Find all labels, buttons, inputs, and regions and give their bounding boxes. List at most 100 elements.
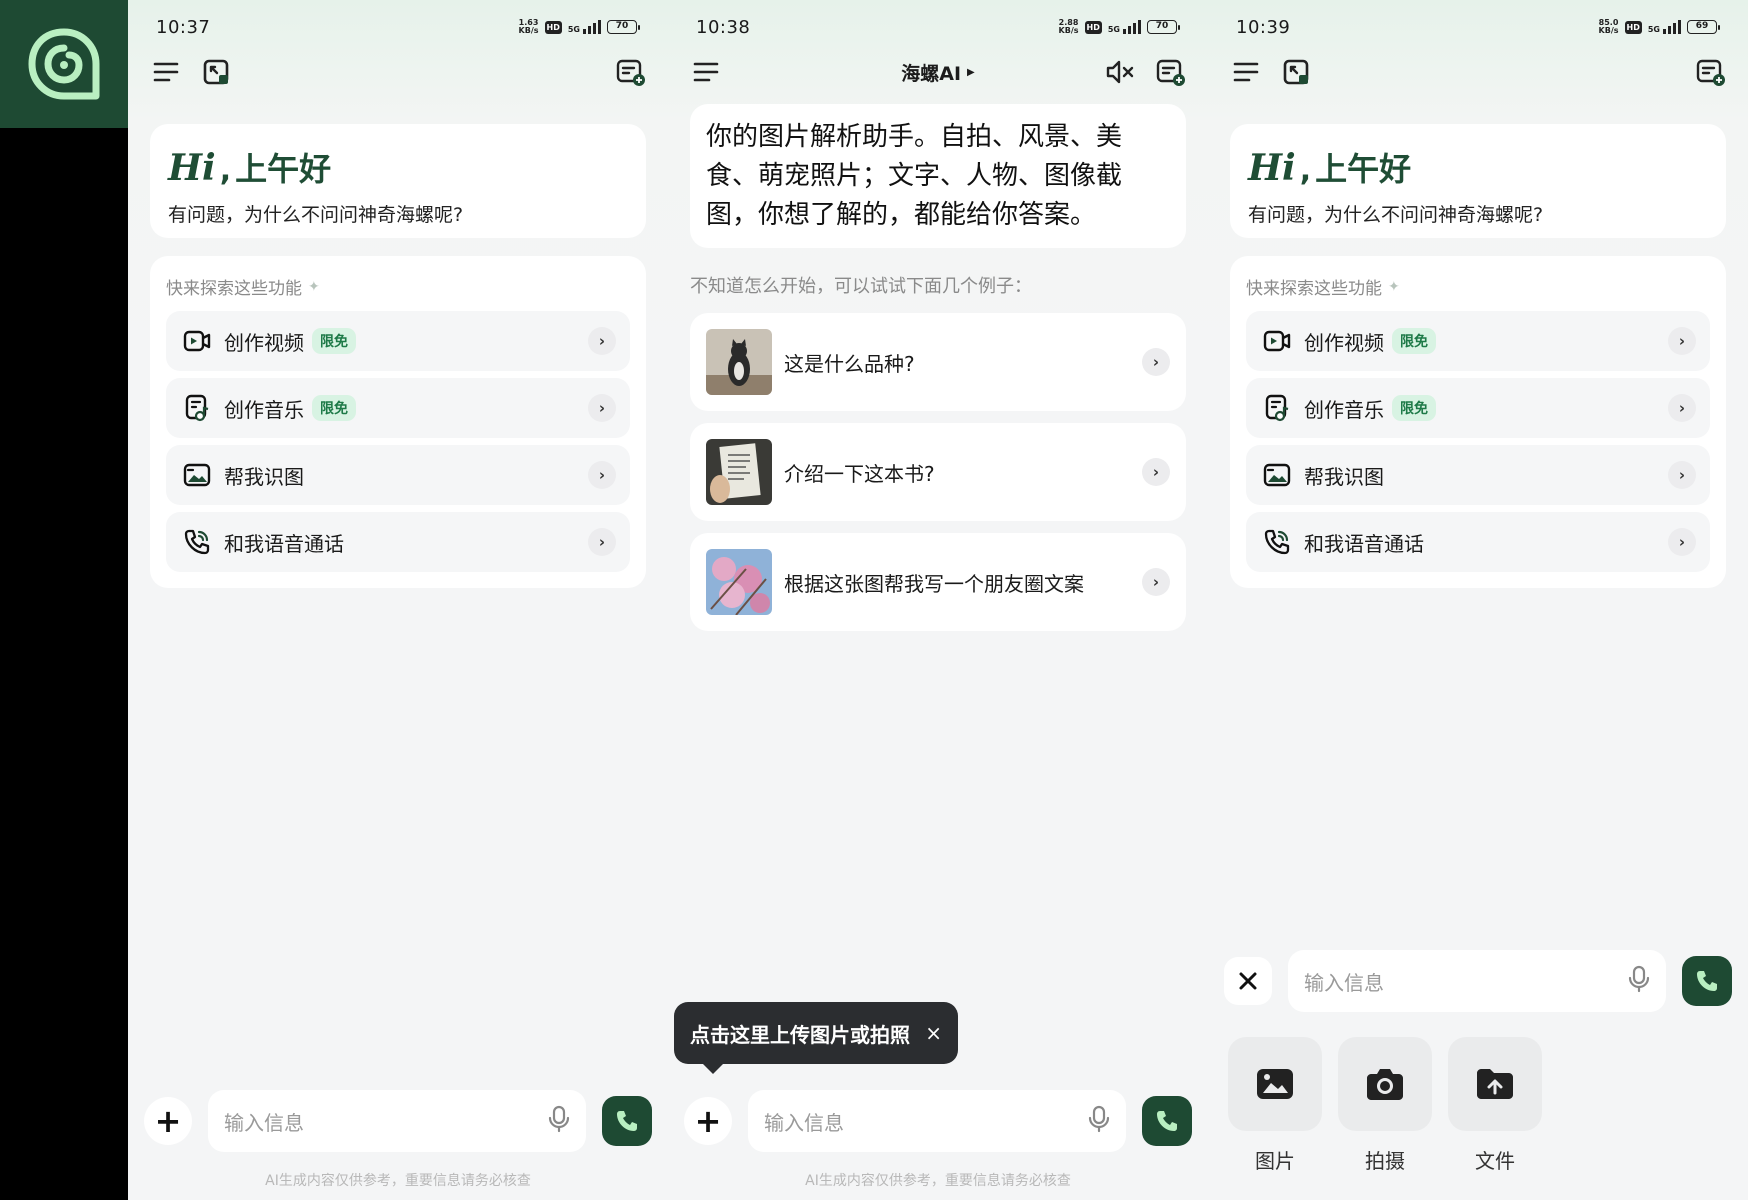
call-button[interactable] xyxy=(1142,1096,1192,1146)
status-time: 10:38 xyxy=(696,16,751,38)
feature-recognize-image[interactable]: 帮我识图 › xyxy=(166,445,630,505)
greeting-title: Hi, 上午好 xyxy=(1248,147,1412,189)
greeting-card: Hi, 上午好 有问题，为什么不问问神奇海螺呢? xyxy=(150,124,646,238)
book-photo xyxy=(706,439,772,505)
explore-card: 快来探索这些功能 ✦ 创作视频 限免 › 创作音乐 限免 › 帮我识图 › 和我语… xyxy=(1230,256,1726,588)
app-logo xyxy=(0,0,128,128)
screen-image-assistant: 10:38 2.88 KB/s HD 5G 70 海螺AI ▶ 你的图片解析助手。自… xyxy=(668,0,1208,1200)
chevron-right-icon: › xyxy=(1142,458,1170,486)
message-input[interactable]: 输入信息 xyxy=(1288,950,1666,1012)
explore-title: 快来探索这些功能 ✦ xyxy=(166,278,320,300)
call-button[interactable] xyxy=(1682,956,1732,1006)
chevron-right-icon: › xyxy=(1668,528,1696,556)
feature-create-music[interactable]: 创作音乐 限免 › xyxy=(166,378,630,438)
top-bar xyxy=(128,52,668,92)
message-input[interactable]: 输入信息 xyxy=(208,1090,586,1152)
hd-badge: HD xyxy=(1084,20,1102,34)
chevron-right-icon: › xyxy=(1668,394,1696,422)
mute-icon[interactable] xyxy=(1100,52,1140,92)
attach-file[interactable]: 文件 xyxy=(1448,1037,1542,1174)
menu-icon[interactable] xyxy=(1226,52,1266,92)
phone-icon xyxy=(1157,1111,1177,1131)
explore-title: 快来探索这些功能 ✦ xyxy=(1246,278,1400,300)
net-speed: 2.88 KB/s xyxy=(1058,18,1079,35)
message-input[interactable]: 输入信息 xyxy=(748,1090,1126,1152)
play-triangle-icon: ▶ xyxy=(967,66,975,78)
new-chat-icon[interactable] xyxy=(1150,52,1190,92)
close-button[interactable] xyxy=(1224,957,1272,1005)
image-icon xyxy=(182,460,212,490)
signal-icon: 5G xyxy=(1648,20,1681,34)
screenshot-icon[interactable] xyxy=(196,52,236,92)
close-icon xyxy=(1239,972,1257,990)
feature-create-video[interactable]: 创作视频 限免 › xyxy=(166,311,630,371)
examples-hint: 不知道怎么开始，可以试试下面几个例子： xyxy=(690,276,1032,297)
free-badge: 限免 xyxy=(1392,328,1436,354)
blossom-photo xyxy=(706,549,772,615)
feature-create-video[interactable]: 创作视频 限免 › xyxy=(1246,311,1710,371)
call-button[interactable] xyxy=(602,1096,652,1146)
status-time: 10:39 xyxy=(1236,16,1291,38)
screenshot-icon[interactable] xyxy=(1276,52,1316,92)
chevron-right-icon: › xyxy=(588,327,616,355)
chevron-right-icon: › xyxy=(588,394,616,422)
video-icon xyxy=(1262,326,1292,356)
attachment-options: 图片 拍摄 文件 xyxy=(1228,1037,1542,1174)
free-badge: 限免 xyxy=(312,328,356,354)
phone-call-icon xyxy=(182,527,212,557)
screen-home: 10:37 1.63 KB/s HD 5G 70 Hi, 上午好 有问题，为什么不问… xyxy=(128,0,668,1200)
microphone-icon[interactable] xyxy=(548,1105,570,1137)
free-badge: 限免 xyxy=(312,395,356,421)
menu-icon[interactable] xyxy=(146,52,186,92)
attach-camera[interactable]: 拍摄 xyxy=(1338,1037,1432,1174)
chevron-right-icon: › xyxy=(588,461,616,489)
microphone-icon[interactable] xyxy=(1088,1105,1110,1137)
video-icon xyxy=(182,326,212,356)
close-icon[interactable]: × xyxy=(925,1021,942,1045)
music-note-icon xyxy=(1262,393,1292,423)
chevron-right-icon: › xyxy=(1668,327,1696,355)
music-note-icon xyxy=(182,393,212,423)
explore-card: 快来探索这些功能 ✦ 创作视频 限免 › 创作音乐 限免 › 帮我识图 › 和我语… xyxy=(150,256,646,588)
cat-photo xyxy=(706,329,772,395)
greeting-subtitle: 有问题，为什么不问问神奇海螺呢? xyxy=(1248,204,1544,226)
sparkle-icon: ✦ xyxy=(308,278,320,295)
net-speed: 85.0 KB/s xyxy=(1598,18,1619,35)
chevron-right-icon: › xyxy=(1142,568,1170,596)
menu-icon[interactable] xyxy=(686,52,726,92)
chevron-right-icon: › xyxy=(588,528,616,556)
free-badge: 限免 xyxy=(1392,395,1436,421)
example-moments-copy[interactable]: 根据这张图帮我写一个朋友圈文案 › xyxy=(690,533,1186,631)
page-title[interactable]: 海螺AI ▶ xyxy=(901,59,974,86)
new-chat-icon[interactable] xyxy=(1690,52,1730,92)
chevron-right-icon: › xyxy=(1668,461,1696,489)
snail-spiral-icon xyxy=(28,28,100,100)
signal-icon: 5G xyxy=(1108,20,1141,34)
chevron-right-icon: › xyxy=(1142,348,1170,376)
picture-icon xyxy=(1257,1069,1293,1099)
greeting-title: Hi, 上午好 xyxy=(168,147,332,189)
example-book[interactable]: 介绍一下这本书? › xyxy=(690,423,1186,521)
feature-recognize-image[interactable]: 帮我识图 › xyxy=(1246,445,1710,505)
plus-button[interactable]: + xyxy=(684,1097,732,1145)
microphone-icon[interactable] xyxy=(1628,965,1650,997)
sparkle-icon: ✦ xyxy=(1388,278,1400,295)
battery-icon: 70 xyxy=(1147,20,1180,34)
status-bar: 10:39 85.0 KB/s HD 5G 69 xyxy=(1208,14,1748,40)
status-bar: 10:37 1.63 KB/s HD 5G 70 xyxy=(128,14,668,40)
battery-icon: 70 xyxy=(607,20,640,34)
input-bar: + 输入信息 xyxy=(668,1090,1208,1152)
plus-button[interactable]: + xyxy=(144,1097,192,1145)
net-speed: 1.63 KB/s xyxy=(518,18,539,35)
hd-badge: HD xyxy=(1624,20,1642,34)
feature-voice-call[interactable]: 和我语音通话 › xyxy=(166,512,630,572)
top-bar: 海螺AI ▶ xyxy=(668,52,1208,92)
camera-icon xyxy=(1367,1069,1403,1100)
feature-voice-call[interactable]: 和我语音通话 › xyxy=(1246,512,1710,572)
new-chat-icon[interactable] xyxy=(610,52,650,92)
attach-picture[interactable]: 图片 xyxy=(1228,1037,1322,1174)
feature-create-music[interactable]: 创作音乐 限免 › xyxy=(1246,378,1710,438)
file-upload-icon xyxy=(1477,1069,1513,1099)
example-breed[interactable]: 这是什么品种? › xyxy=(690,313,1186,411)
top-bar xyxy=(1208,52,1748,92)
